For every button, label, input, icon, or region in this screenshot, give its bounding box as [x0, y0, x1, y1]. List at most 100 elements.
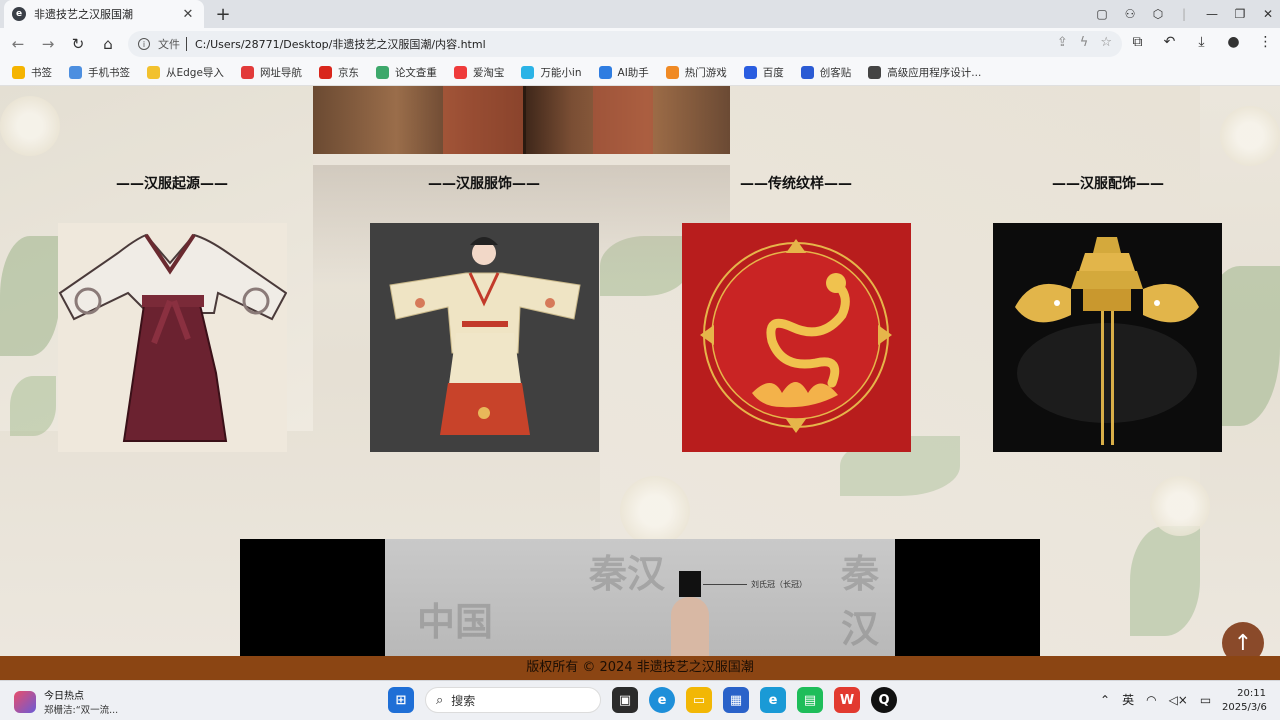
news-icon	[14, 690, 36, 713]
bookmark-item[interactable]: 百度	[743, 65, 784, 80]
volume-muted-icon[interactable]: ◁×	[1169, 693, 1188, 707]
video-char-mid: 秦汉	[589, 551, 666, 596]
edge-icon[interactable]: e	[649, 687, 675, 713]
restore-icon[interactable]: ❐	[1226, 7, 1254, 21]
wechat-icon[interactable]: ▤	[797, 687, 823, 713]
bolt-icon[interactable]: ϟ	[1080, 35, 1089, 50]
bookmark-item[interactable]: 京东	[318, 65, 359, 80]
undo-icon[interactable]: ↶	[1160, 34, 1179, 50]
system-tray: ⌃ 英 ◠ ◁× ▭	[1100, 691, 1211, 708]
forward-icon[interactable]: →	[38, 34, 58, 54]
news-title: 今日热点	[44, 691, 84, 702]
bookmark-item[interactable]: 论文查重	[375, 65, 437, 80]
file-label: 文件	[158, 38, 180, 51]
phone-icon	[69, 66, 82, 79]
tab-bar: e 非遗技艺之汉服国潮 ✕ + ▢ ⚇ ⬡ | — ❐ ✕	[0, 0, 1280, 28]
bookmark-label: 京东	[337, 67, 359, 79]
battery-icon[interactable]: ▭	[1200, 693, 1211, 707]
bookmark-item[interactable]: 从Edge导入	[147, 65, 224, 80]
chuangke-icon	[800, 66, 814, 79]
jd-icon	[318, 66, 332, 79]
close-window-icon[interactable]: ✕	[1254, 7, 1280, 21]
start-icon[interactable]: ⊞	[388, 687, 414, 713]
url-text[interactable]: C:/Users/28771/Desktop/非遗技艺之汉服国潮/内容.html	[195, 36, 486, 52]
bookmark-label: 爱淘宝	[472, 67, 505, 79]
home-icon[interactable]: ⌂	[98, 34, 118, 54]
menu-icon[interactable]: ⋮	[1256, 34, 1275, 50]
news-widget[interactable]: 今日热点 郑栅洁:“双一流...	[14, 687, 118, 716]
nav-icon	[240, 66, 254, 79]
incognito-icon[interactable]: ⚇	[1116, 7, 1144, 21]
ime-indicator[interactable]: 英	[1122, 691, 1134, 708]
video-char-right: 秦汉	[841, 551, 880, 651]
toolbar-icons: ⧉ ↶ ⤓ ● ⋮	[1128, 34, 1275, 50]
pp-icon	[375, 66, 389, 79]
bookmark-item[interactable]: 创客贴	[800, 65, 852, 80]
clock[interactable]: 20:11 2025/3/6	[1222, 687, 1267, 715]
back-to-top-button[interactable]: ↑	[1222, 622, 1264, 656]
flower-decoration	[1150, 476, 1210, 536]
page-footer: 版权所有 © 2024 非遗技艺之汉服国潮	[0, 656, 1280, 680]
traditional-pattern-image[interactable]	[682, 223, 911, 452]
extension-puzzle-icon[interactable]: ⧉	[1128, 34, 1147, 50]
store-icon[interactable]: ▦	[723, 687, 749, 713]
bookmark-item[interactable]: 手机书签	[69, 65, 130, 80]
bookmark-item[interactable]: 热门游戏	[665, 65, 727, 80]
new-tab-button[interactable]: +	[212, 3, 234, 25]
favorite-star-icon[interactable]: ☆	[1100, 35, 1112, 50]
tab-actions-icon[interactable]: ▢	[1088, 7, 1116, 21]
bookmark-item[interactable]: AI助手	[598, 65, 649, 80]
bookmark-label: 高级应用程序设计...	[887, 67, 982, 79]
file-explorer-icon[interactable]: ▭	[686, 687, 712, 713]
browser-app-icon[interactable]: e	[760, 687, 786, 713]
taskbar-search[interactable]: ⌕ 搜索	[425, 687, 601, 713]
page-viewport[interactable]: ——汉服起源—— ——汉服服饰—— ——传统纹样—— ——汉服配饰—— 中国 秦…	[0, 86, 1280, 656]
wps-icon[interactable]: W	[834, 687, 860, 713]
back-icon[interactable]: ←	[8, 34, 28, 54]
video-player[interactable]: 中国 秦汉 秦汉 刘氏冠（长冠）	[240, 539, 1040, 656]
taskbar-apps: ⊞ ⌕ 搜索 ▣ e ▭ ▦ e ▤ W Q	[388, 687, 897, 713]
info-icon[interactable]: i	[138, 38, 150, 50]
globe-icon	[868, 66, 882, 79]
bookmark-item[interactable]: 网址导航	[240, 65, 302, 80]
bookmark-item[interactable]: 爱淘宝	[453, 65, 505, 80]
hanfu-costume-image[interactable]	[370, 223, 599, 452]
column-title-costume: ——汉服服饰——	[428, 176, 540, 192]
profile-avatar-icon[interactable]: ●	[1224, 34, 1243, 50]
download-icon[interactable]: ⤓	[1192, 34, 1211, 50]
task-view-icon[interactable]: ▣	[612, 687, 638, 713]
reload-icon[interactable]: ↻	[68, 34, 88, 54]
hat-figure	[679, 571, 701, 597]
bookmark-item[interactable]: 万能小in	[521, 65, 582, 80]
in-icon	[521, 66, 535, 79]
address-bar-row: ← → ↻ ⌂ i 文件 C:/Users/28771/Desktop/非遗技艺…	[0, 28, 1280, 60]
bookmark-item[interactable]: 高级应用程序设计...	[868, 65, 981, 80]
close-tab-icon[interactable]: ✕	[180, 7, 196, 22]
bookmark-label: 百度	[762, 67, 784, 79]
bookmark-label: 万能小in	[540, 67, 582, 79]
leaf-decoration	[1130, 526, 1200, 636]
hanfu-accessory-image[interactable]	[993, 223, 1222, 452]
bookmark-label: 创客贴	[819, 67, 852, 79]
minimize-icon[interactable]: —	[1198, 7, 1226, 21]
qq-icon[interactable]: Q	[871, 687, 897, 713]
address-bar[interactable]: i 文件 C:/Users/28771/Desktop/非遗技艺之汉服国潮/内容…	[128, 31, 1122, 57]
share-icon[interactable]: ⇪	[1057, 35, 1068, 50]
bookmark-item[interactable]: 书签	[12, 65, 52, 80]
tray-expand-icon[interactable]: ⌃	[1100, 693, 1110, 707]
wifi-icon[interactable]: ◠	[1146, 693, 1156, 707]
leaf-decoration	[10, 376, 56, 436]
column-title-pattern: ——传统纹样——	[740, 176, 852, 192]
hanfu-origin-image[interactable]	[58, 223, 287, 452]
window-tools: ▢ ⚇ ⬡	[1088, 0, 1172, 28]
column-title-origin: ——汉服起源——	[116, 176, 228, 192]
folder-icon	[147, 66, 160, 79]
search-placeholder: 搜索	[451, 693, 476, 708]
baidu-icon	[743, 66, 757, 79]
browser-tab[interactable]: e 非遗技艺之汉服国潮 ✕	[4, 0, 204, 28]
flower-decoration	[1220, 106, 1280, 166]
bookmark-label: 书签	[31, 67, 52, 79]
search-icon: ⌕	[436, 692, 444, 708]
game-icon	[665, 66, 679, 79]
extensions-icon[interactable]: ⬡	[1144, 7, 1172, 21]
